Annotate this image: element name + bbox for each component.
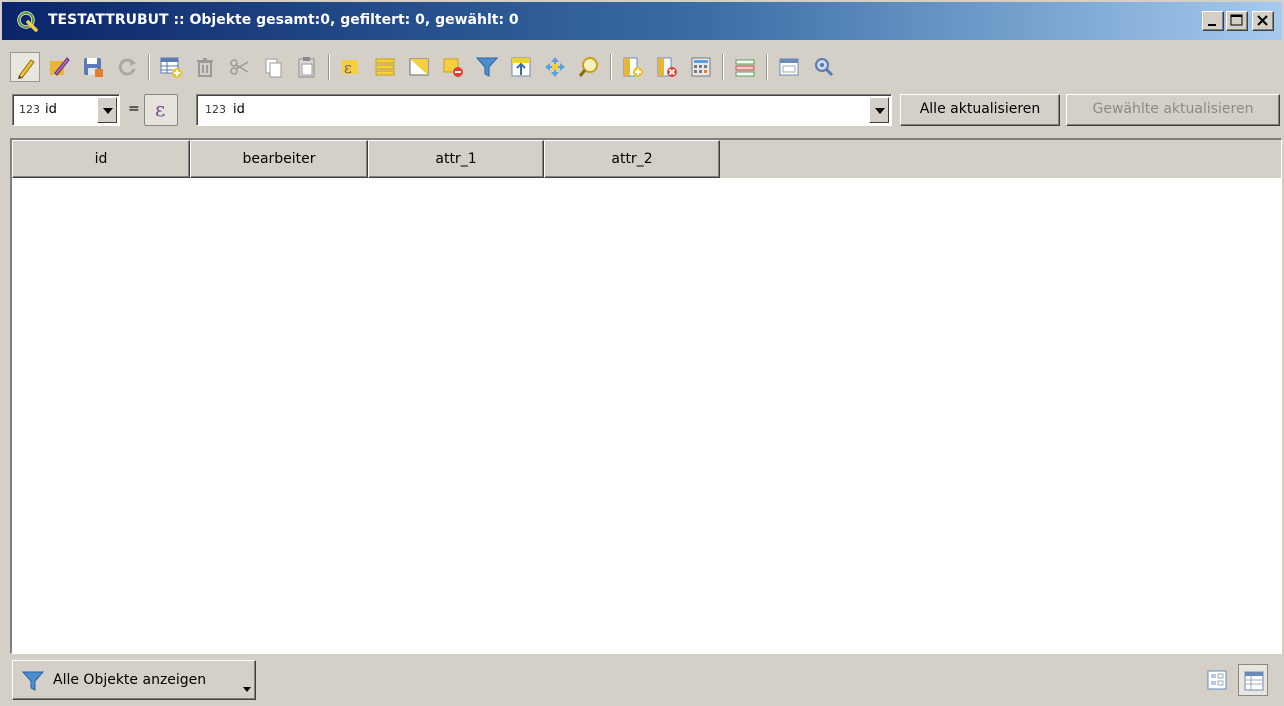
filter-icon [475, 57, 499, 77]
field-calculator-bar: 123 id = ε 123 id Alle aktualisieren Gew… [10, 92, 1282, 128]
toolbar-separator [328, 54, 330, 80]
close-button[interactable] [1252, 11, 1274, 31]
chevron-down-icon [103, 108, 113, 114]
field-calculator-button[interactable] [686, 52, 716, 82]
deselect-all-icon [443, 58, 463, 77]
qgis-logo-icon [16, 10, 38, 32]
toolbar-separator [148, 54, 150, 80]
attribute-toolbar: ε [10, 48, 1280, 86]
expression-value: id [233, 102, 245, 117]
conditional-formatting-button[interactable] [730, 52, 760, 82]
column-header-attr-1[interactable]: attr_1 [368, 140, 544, 178]
add-feature-button[interactable] [156, 52, 186, 82]
save-edits-icon [84, 58, 103, 77]
expression-type-tag: 123 [205, 103, 226, 116]
pan-to-selection-icon [545, 57, 565, 77]
filter-icon [21, 671, 45, 691]
column-header-attr-2[interactable]: attr_2 [544, 140, 720, 178]
toggle-editing-button[interactable] [10, 52, 40, 82]
epsilon-icon: ε [155, 97, 166, 121]
zoom-to-selection-button[interactable] [574, 52, 604, 82]
paste-icon [298, 57, 315, 78]
new-field-icon [623, 57, 643, 77]
copy-button[interactable] [258, 52, 288, 82]
invert-selection-icon [409, 58, 429, 76]
expression-input[interactable]: 123 id [196, 94, 892, 126]
reload-button[interactable] [112, 52, 142, 82]
attribute-table[interactable]: id bearbeiter attr_1 attr_2 [10, 138, 1282, 654]
maximize-button[interactable] [1226, 11, 1248, 31]
toolbar-separator [610, 54, 612, 80]
reload-icon [118, 58, 136, 76]
column-header-bearbeiter[interactable]: bearbeiter [190, 140, 368, 178]
column-header-id[interactable]: id [12, 140, 190, 178]
window-title: TESTATTRUBUT :: Objekte gesamt:0, gefilt… [48, 12, 519, 28]
field-select-value: id [45, 102, 57, 117]
move-selection-to-top-button[interactable] [506, 52, 536, 82]
cut-icon [230, 59, 249, 75]
pencil-icon [18, 59, 35, 79]
dock-icon [779, 58, 799, 76]
chevron-down-icon [875, 108, 885, 114]
title-bar: TESTATTRUBUT :: Objekte gesamt:0, gefilt… [2, 2, 1282, 40]
field-select[interactable]: 123 id [12, 94, 120, 126]
feature-filter-button[interactable]: Alle Objekte anzeigen [12, 660, 256, 700]
delete-field-button[interactable] [652, 52, 682, 82]
delete-feature-button[interactable] [190, 52, 220, 82]
copy-icon [265, 58, 282, 78]
field-type-tag: 123 [19, 103, 40, 116]
deselect-all-button[interactable] [438, 52, 468, 82]
actions-icon [815, 58, 834, 77]
select-all-icon [375, 58, 395, 76]
toolbar-separator [766, 54, 768, 80]
actions-button[interactable] [808, 52, 838, 82]
svg-text:ε: ε [344, 59, 352, 77]
form-view-icon [1207, 670, 1227, 690]
table-header: id bearbeiter attr_1 attr_2 [12, 140, 1281, 178]
zoom-to-selection-icon [578, 57, 598, 77]
dock-button[interactable] [774, 52, 804, 82]
minimize-button[interactable] [1202, 11, 1224, 31]
update-all-button[interactable]: Alle aktualisieren [900, 94, 1060, 126]
delete-feature-icon [197, 58, 213, 77]
new-field-button[interactable] [618, 52, 648, 82]
delete-field-icon [657, 57, 677, 77]
cut-button[interactable] [224, 52, 254, 82]
table-view-icon [1244, 671, 1264, 691]
toolbar-separator [722, 54, 724, 80]
update-selected-button[interactable]: Gewählte aktualisieren [1066, 94, 1280, 126]
multi-edit-button[interactable] [44, 52, 74, 82]
field-select-dropdown[interactable] [97, 97, 117, 123]
save-edits-button[interactable] [78, 52, 108, 82]
field-calculator-icon [691, 57, 711, 77]
form-view-button[interactable] [1202, 664, 1232, 696]
expression-builder-button[interactable]: ε [144, 94, 178, 126]
move-selection-to-top-icon [511, 57, 531, 77]
chevron-down-icon [243, 687, 251, 692]
filter-button[interactable] [472, 52, 502, 82]
equals-sign: = [128, 101, 140, 117]
pan-to-selection-button[interactable] [540, 52, 570, 82]
filter-label: Alle Objekte anzeigen [53, 672, 207, 688]
select-by-expression-icon: ε [342, 59, 358, 77]
select-all-button[interactable] [370, 52, 400, 82]
table-view-button[interactable] [1238, 664, 1268, 696]
select-by-expression-button[interactable]: ε [336, 52, 366, 82]
expression-dropdown[interactable] [869, 97, 889, 123]
multi-edit-icon [50, 57, 70, 76]
add-feature-icon [160, 57, 182, 78]
paste-button[interactable] [292, 52, 322, 82]
conditional-formatting-icon [735, 59, 755, 77]
invert-selection-button[interactable] [404, 52, 434, 82]
